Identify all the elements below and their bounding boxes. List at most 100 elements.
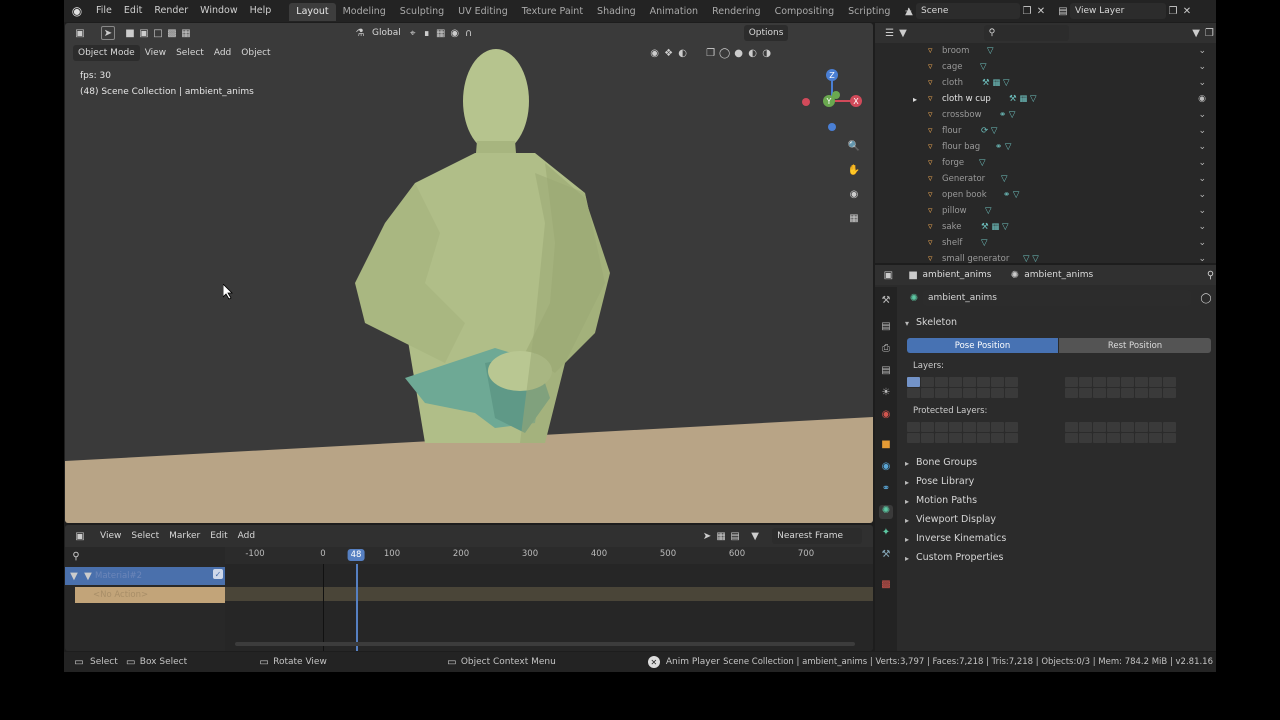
panel-expand-icon[interactable]: ▸ bbox=[905, 535, 909, 544]
visibility-toggle-icon[interactable]: ⌄ bbox=[1198, 110, 1206, 120]
overlay-toggle-icon[interactable]: ◐ bbox=[676, 46, 690, 60]
object-tab-icon[interactable]: ■ bbox=[879, 439, 893, 453]
camera-view-icon[interactable]: ◉ bbox=[847, 187, 861, 201]
viewport-menu-object[interactable]: Object bbox=[236, 45, 275, 61]
editor-type-icon[interactable]: ▣ bbox=[73, 26, 87, 40]
timeline-search-icon[interactable]: ⚲ bbox=[69, 549, 83, 563]
visibility-toggle-icon[interactable]: ⌄ bbox=[1198, 238, 1206, 248]
perspective-toggle-icon[interactable]: ▦ bbox=[847, 211, 861, 225]
tab-compositing[interactable]: Compositing bbox=[768, 3, 842, 21]
visibility-toggle-icon[interactable]: ⌄ bbox=[1198, 78, 1206, 88]
menu-file[interactable]: File bbox=[90, 0, 118, 22]
timeline-filter-icon[interactable]: ▼ bbox=[748, 529, 762, 543]
tab-texture-paint[interactable]: Texture Paint bbox=[515, 3, 590, 21]
outliner[interactable]: ☰ ▼ ⚲ ▼ ❐ ▿ broom ▽ ⌄ ▿ cage ▽ ⌄ ▿ cloth… bbox=[875, 23, 1216, 263]
visibility-filter-icon[interactable]: ◉ bbox=[648, 46, 662, 60]
timeline-editor-type-icon[interactable]: ▣ bbox=[73, 529, 87, 543]
select-mode-intersect-icon[interactable]: ▦ bbox=[179, 26, 193, 40]
panel-expand-icon[interactable]: ▸ bbox=[905, 554, 909, 563]
timeline-menu-select[interactable]: Select bbox=[126, 528, 164, 544]
gizmo-neg-x[interactable] bbox=[802, 98, 810, 106]
outliner-item[interactable]: ▿ Generator ▽ ⌄ bbox=[875, 171, 1216, 187]
visibility-toggle-icon[interactable]: ⌄ bbox=[1198, 174, 1206, 184]
channel-expand-icon[interactable]: ▼ bbox=[67, 569, 81, 583]
render-tab-icon[interactable]: ▤ bbox=[879, 321, 893, 335]
timeline-menu-edit[interactable]: Edit bbox=[205, 528, 232, 544]
tab-uv-editing[interactable]: UV Editing bbox=[451, 3, 515, 21]
snap-icon[interactable]: ∎ bbox=[420, 26, 434, 40]
orientation-icon[interactable]: ⚗ bbox=[353, 26, 367, 40]
select-mode-invert-icon[interactable]: ▩ bbox=[165, 26, 179, 40]
visibility-toggle-icon[interactable]: ⌄ bbox=[1198, 158, 1206, 168]
layers-grid-left[interactable] bbox=[907, 377, 1018, 398]
mode-dropdown[interactable]: Object Mode bbox=[73, 45, 140, 61]
menu-help[interactable]: Help bbox=[244, 0, 278, 22]
outliner-filter-icon[interactable]: ▼ bbox=[1189, 26, 1202, 40]
channel-checkbox[interactable]: ✓ bbox=[213, 569, 223, 579]
outliner-search-input[interactable]: ⚲ bbox=[983, 25, 1070, 41]
falloff-icon[interactable]: ∩ bbox=[462, 26, 476, 40]
new-scene-icon[interactable]: ❐ bbox=[1020, 4, 1034, 18]
delete-scene-icon[interactable]: ✕ bbox=[1034, 4, 1048, 18]
channel-row-material[interactable]: ▼ ▼ Material#2 ✓ bbox=[65, 567, 225, 585]
menu-window[interactable]: Window bbox=[194, 0, 243, 22]
panel-viewport-display[interactable]: Viewport Display bbox=[916, 514, 996, 525]
outliner-item[interactable]: ▿ shelf ▽ ⌄ bbox=[875, 235, 1216, 251]
physics-tab-icon[interactable]: ⚭ bbox=[879, 483, 893, 497]
outliner-item[interactable]: ▿ sake ⚒ ▦ ▽ ⌄ bbox=[875, 219, 1216, 235]
playhead-line[interactable] bbox=[356, 564, 358, 651]
viewport-menu-select[interactable]: Select bbox=[171, 45, 209, 61]
fake-user-shield-icon[interactable]: ◯ bbox=[1199, 291, 1213, 305]
menu-edit[interactable]: Edit bbox=[118, 0, 148, 22]
gizmo-neg-y[interactable] bbox=[832, 91, 840, 99]
texture-tab-icon[interactable]: ▩ bbox=[879, 579, 893, 593]
timeline-menu-marker[interactable]: Marker bbox=[164, 528, 205, 544]
tab-layout[interactable]: Layout bbox=[289, 3, 336, 21]
xray-toggle-icon[interactable]: ❐ bbox=[704, 46, 718, 60]
viewport-menu-view[interactable]: View bbox=[140, 45, 171, 61]
visibility-toggle-icon[interactable]: ⌄ bbox=[1198, 222, 1206, 232]
visibility-toggle-icon[interactable]: ⌄ bbox=[1198, 126, 1206, 136]
protected-layers-grid-left[interactable] bbox=[907, 422, 1018, 443]
outliner-item[interactable]: ▿ crossbow ⚭ ▽ ⌄ bbox=[875, 107, 1216, 123]
gizmo-neg-z[interactable] bbox=[828, 123, 836, 131]
outliner-item[interactable]: ▿ flour bag ⚭ ▽ ⌄ bbox=[875, 139, 1216, 155]
pose-position-button[interactable]: Pose Position bbox=[907, 338, 1058, 353]
timeline-menu-add[interactable]: Add bbox=[233, 528, 260, 544]
solid-shading-icon[interactable]: ● bbox=[732, 46, 746, 60]
outliner-item[interactable]: ▿ cage ▽ ⌄ bbox=[875, 59, 1216, 75]
visibility-toggle-icon[interactable]: ⌄ bbox=[1198, 62, 1206, 72]
expand-arrow-icon[interactable]: ▸ bbox=[913, 95, 917, 104]
wireframe-shading-icon[interactable]: ◯ bbox=[718, 46, 732, 60]
panel-expand-icon[interactable]: ▸ bbox=[905, 459, 909, 468]
current-frame-indicator[interactable]: 48 bbox=[347, 549, 365, 561]
scene-tab-icon[interactable]: ☀ bbox=[879, 387, 893, 401]
timeline-box-select-icon[interactable]: ▦ bbox=[714, 529, 728, 543]
panel-expand-icon[interactable]: ▸ bbox=[905, 497, 909, 506]
rest-position-button[interactable]: Rest Position bbox=[1059, 338, 1211, 353]
scene-field[interactable]: Scene bbox=[916, 3, 1020, 19]
protected-layers-grid-right[interactable] bbox=[1065, 422, 1176, 443]
visibility-toggle-icon[interactable]: ⌄ bbox=[1198, 254, 1206, 263]
timeline-sync-icon[interactable]: ▤ bbox=[728, 529, 742, 543]
timeline-scrollbar[interactable] bbox=[235, 642, 855, 646]
view-layer-tab-icon[interactable]: ▤ bbox=[879, 365, 893, 379]
new-collection-icon[interactable]: ❐ bbox=[1203, 26, 1216, 40]
outliner-item[interactable]: ▿ pillow ▽ ⌄ bbox=[875, 203, 1216, 219]
outliner-item[interactable]: ▿ broom ▽ ⌄ bbox=[875, 43, 1216, 59]
bone-tab-icon[interactable]: ✦ bbox=[879, 527, 893, 541]
visibility-toggle-icon[interactable]: ⌄ bbox=[1198, 206, 1206, 216]
viewport-menu-add[interactable]: Add bbox=[209, 45, 236, 61]
tab-scripting[interactable]: Scripting bbox=[841, 3, 897, 21]
channel-row-action[interactable]: <No Action> bbox=[75, 587, 225, 603]
layers-grid-right[interactable] bbox=[1065, 377, 1176, 398]
outliner-item[interactable]: ▿ forge ▽ ⌄ bbox=[875, 155, 1216, 171]
new-view-layer-icon[interactable]: ❐ bbox=[1166, 4, 1180, 18]
select-tool-icon[interactable]: ➤ bbox=[101, 26, 115, 40]
orientation-dropdown[interactable]: Global bbox=[367, 25, 406, 41]
tab-modeling[interactable]: Modeling bbox=[336, 3, 393, 21]
panel-expand-icon[interactable]: ▸ bbox=[905, 478, 909, 487]
outliner-item[interactable]: ▿ small generator ▽ ▽ ⌄ bbox=[875, 251, 1216, 263]
material-shading-icon[interactable]: ◐ bbox=[746, 46, 760, 60]
cancel-job-icon[interactable]: ✕ bbox=[647, 656, 660, 668]
